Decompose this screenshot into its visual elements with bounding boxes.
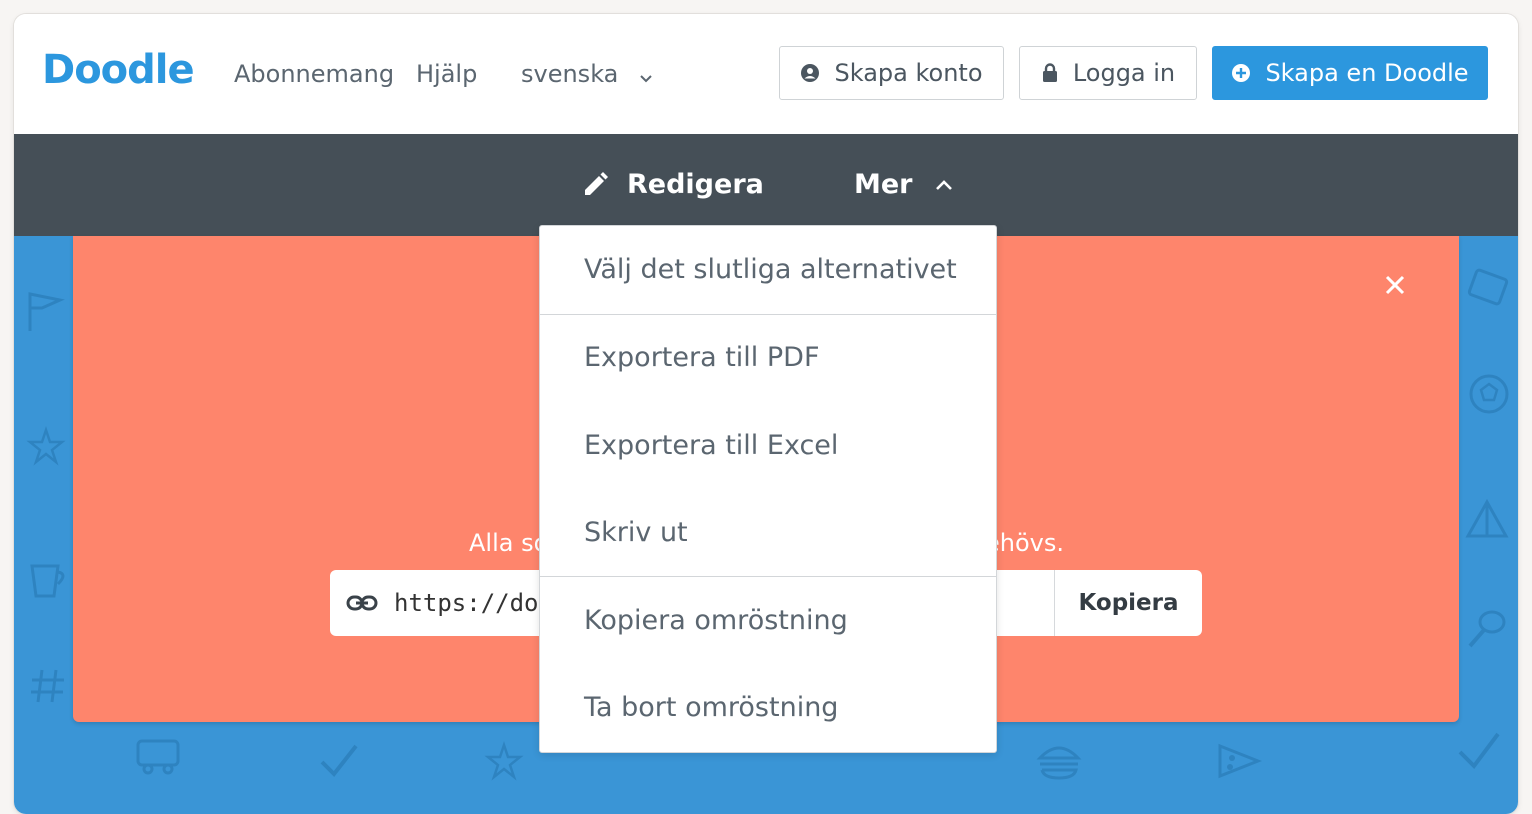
edit-label: Redigera xyxy=(627,169,764,200)
doodle-logo[interactable]: Doodle xyxy=(42,44,195,96)
edit-button[interactable]: Redigera xyxy=(581,166,764,204)
create-doodle-button[interactable]: Skapa en Doodle xyxy=(1212,46,1488,100)
doodle-check2-icon xyxy=(320,744,358,778)
doodle-pizza-icon xyxy=(1218,743,1263,779)
more-dropdown-menu: Välj det slutliga alternativet Exportera… xyxy=(539,225,997,753)
invite-info-left: Alla so xyxy=(469,529,549,557)
menu-divider xyxy=(540,314,996,315)
menu-divider xyxy=(540,576,996,577)
doodle-hash-icon xyxy=(31,669,64,703)
doodle-cup-icon xyxy=(30,564,65,598)
chevron-up-icon xyxy=(935,179,953,191)
nav-link-abonnemang[interactable]: Abonnemang xyxy=(234,57,394,91)
login-label: Logga in xyxy=(1072,59,1176,87)
doodle-bus-icon xyxy=(136,739,180,775)
close-icon[interactable] xyxy=(1384,274,1406,300)
site-header: Doodle Abonnemang Hjälp svenska Skapa ko… xyxy=(14,14,1518,134)
doodle-ticket-icon xyxy=(1467,268,1509,306)
user-icon xyxy=(800,63,820,83)
lock-icon xyxy=(1041,63,1059,83)
menu-item-export-excel[interactable]: Exportera till Excel xyxy=(540,426,996,466)
plus-circle-icon xyxy=(1231,63,1251,83)
doodle-flag-icon xyxy=(28,292,65,331)
menu-item-copy-poll[interactable]: Kopiera omröstning xyxy=(540,601,996,641)
create-account-label: Skapa konto xyxy=(834,59,983,87)
language-selector[interactable]: svenska xyxy=(521,57,652,92)
doodle-check-icon xyxy=(1458,732,1500,770)
doodle-burger-icon xyxy=(1036,746,1082,780)
nav-link-hjalp[interactable]: Hjälp xyxy=(416,57,477,91)
poll-toolbar: Redigera Mer xyxy=(14,134,1518,236)
language-label: svenska xyxy=(521,60,619,88)
menu-item-print[interactable]: Skriv ut xyxy=(540,513,996,553)
doodle-star2-icon xyxy=(484,741,524,781)
login-button[interactable]: Logga in xyxy=(1019,46,1197,100)
more-menu-button[interactable]: Mer xyxy=(854,166,953,204)
more-label: Mer xyxy=(854,169,913,200)
doodle-ball-icon xyxy=(1469,374,1509,414)
menu-item-select-final-option[interactable]: Välj det slutliga alternativet xyxy=(540,250,996,290)
create-doodle-label: Skapa en Doodle xyxy=(1265,59,1469,87)
pencil-icon xyxy=(581,171,609,199)
copy-link-button[interactable]: Kopiera xyxy=(1054,570,1202,636)
doodle-racket-icon xyxy=(1468,610,1506,648)
create-account-button[interactable]: Skapa konto xyxy=(779,46,1004,100)
doodle-star-icon xyxy=(26,426,66,466)
browser-window: Doodle Abonnemang Hjälp svenska Skapa ko… xyxy=(14,14,1518,814)
chevron-down-icon xyxy=(640,58,652,92)
menu-item-export-pdf[interactable]: Exportera till PDF xyxy=(540,338,996,378)
doodle-tent-icon xyxy=(1465,498,1509,538)
link-icon xyxy=(346,590,378,620)
menu-item-delete-poll[interactable]: Ta bort omröstning xyxy=(540,688,996,728)
